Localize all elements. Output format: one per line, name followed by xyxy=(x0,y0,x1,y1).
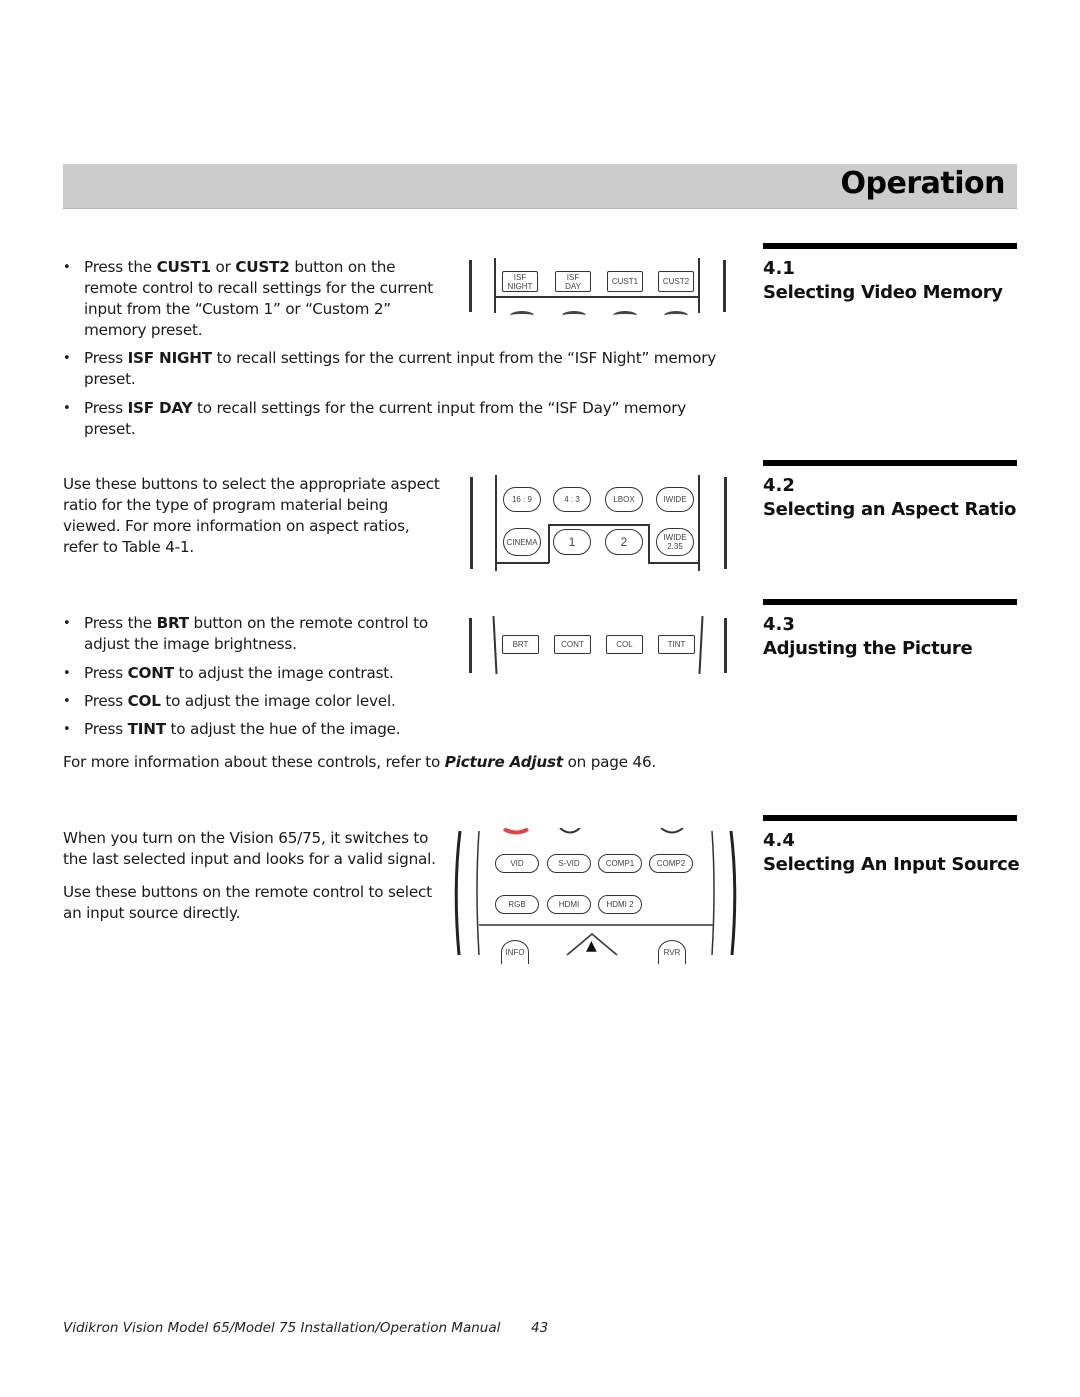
remote-button-iwide-235[interactable]: IWIDE 2.35 xyxy=(656,528,694,556)
bullet-item: Press the CUST1 or CUST2 button on the r… xyxy=(63,257,448,341)
section-4-1-bullet-1: Press the CUST1 or CUST2 button on the r… xyxy=(63,257,448,341)
section-number: 4.1 xyxy=(763,258,795,279)
remote-button-isf-night[interactable]: ISF NIGHT xyxy=(502,271,538,292)
remote-button-rvr[interactable]: RVR xyxy=(658,940,686,964)
remote-button-16-9[interactable]: 16 : 9 xyxy=(503,487,541,512)
remote-illustration-aspect: 16 : 9 4 : 3 LBOX IWIDE CINEMA 1 2 IWIDE… xyxy=(460,472,740,574)
chapter-header-band: Operation xyxy=(63,164,1017,209)
section-rule xyxy=(763,460,1017,466)
section-heading-4-4: 4.4 Selecting An Input Source xyxy=(763,815,1020,878)
paragraph: When you turn on the Vision 65/75, it sw… xyxy=(63,829,436,868)
remote-button-col[interactable]: COL xyxy=(606,635,643,654)
section-heading-4-3: 4.3 Adjusting the Picture xyxy=(763,599,1017,662)
remote-illustration-picture: BRT CONT COL TINT xyxy=(460,614,740,674)
remote-button-4-3[interactable]: 4 : 3 xyxy=(553,487,591,512)
picture-adjust-link[interactable]: Picture Adjust xyxy=(445,753,563,771)
section-4-3-note: For more information about these control… xyxy=(63,753,657,771)
remote-button-partial xyxy=(562,311,586,320)
section-4-4-text: When you turn on the Vision 65/75, it sw… xyxy=(63,828,438,924)
section-rule xyxy=(763,243,1017,249)
section-rule xyxy=(763,599,1017,605)
remote-button-partial xyxy=(664,311,688,320)
section-4-2-paragraph: Use these buttons to select the appropri… xyxy=(63,475,440,556)
remote-button-vid[interactable]: VID xyxy=(495,854,539,873)
section-title: Selecting An Input Source xyxy=(763,854,1020,875)
chapter-title: Operation xyxy=(840,166,1006,201)
section-rule xyxy=(763,815,1017,821)
up-arrow-icon[interactable]: ▲ xyxy=(586,939,597,953)
section-number: 4.3 xyxy=(763,614,795,635)
paragraph: Use these buttons on the remote control … xyxy=(63,883,432,922)
remote-body-outline xyxy=(454,828,737,956)
remote-button-hdmi[interactable]: HDMI xyxy=(547,895,591,914)
section-title: Adjusting the Picture xyxy=(763,638,973,659)
bullet-item: Press ISF DAY to recall settings for the… xyxy=(63,398,723,440)
page-number: 43 xyxy=(531,1320,549,1336)
remote-button-rgb[interactable]: RGB xyxy=(495,895,539,914)
remote-button-comp1[interactable]: COMP1 xyxy=(598,854,642,873)
bullet-item: Press CONT to adjust the image contrast. xyxy=(63,663,448,684)
remote-button-s-vid[interactable]: S-VID xyxy=(547,854,591,873)
section-4-1-bullets-rest: Press ISF NIGHT to recall settings for t… xyxy=(63,348,723,440)
section-number: 4.4 xyxy=(763,830,795,851)
remote-button-cont[interactable]: CONT xyxy=(554,635,591,654)
remote-button-isf-day[interactable]: ISF DAY xyxy=(555,271,591,292)
remote-button-memory-1[interactable]: 1 xyxy=(553,529,591,555)
remote-button-brt[interactable]: BRT xyxy=(502,635,539,654)
remote-button-lbox[interactable]: LBOX xyxy=(605,487,643,512)
section-4-3-bullets: Press the BRT button on the remote contr… xyxy=(63,613,448,740)
bullet-item: Press the BRT button on the remote contr… xyxy=(63,613,448,655)
section-number: 4.2 xyxy=(763,475,795,496)
section-title: Selecting an Aspect Ratio xyxy=(763,499,1017,520)
section-title: Selecting Video Memory xyxy=(763,282,1003,303)
remote-button-partial xyxy=(510,311,534,320)
remote-button-memory-2[interactable]: 2 xyxy=(605,529,643,555)
remote-button-partial xyxy=(613,311,637,320)
remote-button-cust2[interactable]: CUST2 xyxy=(658,271,694,292)
remote-button-cust1[interactable]: CUST1 xyxy=(607,271,643,292)
remote-button-iwide[interactable]: IWIDE xyxy=(656,487,694,512)
remote-illustration-memory: ISF NIGHT ISF DAY CUST1 CUST2 xyxy=(460,255,740,320)
remote-button-comp2[interactable]: COMP2 xyxy=(649,854,693,873)
bullet-item: Press COL to adjust the image color leve… xyxy=(63,691,448,712)
footer-manual-title: Vidikron Vision Model 65/Model 75 Instal… xyxy=(63,1320,501,1336)
bullet-item: Press TINT to adjust the hue of the imag… xyxy=(63,719,448,740)
section-heading-4-1: 4.1 Selecting Video Memory xyxy=(763,243,1017,306)
remote-button-cinema[interactable]: CINEMA xyxy=(503,528,541,556)
remote-illustration-input: VID S-VID COMP1 COMP2 RGB HDMI HDMI 2 IN… xyxy=(445,828,745,964)
remote-button-hdmi-2[interactable]: HDMI 2 xyxy=(598,895,642,914)
section-heading-4-2: 4.2 Selecting an Aspect Ratio xyxy=(763,460,1017,523)
bullet-item: Press ISF NIGHT to recall settings for t… xyxy=(63,348,723,390)
remote-button-info[interactable]: INFO xyxy=(501,940,529,964)
remote-button-tint[interactable]: TINT xyxy=(658,635,695,654)
